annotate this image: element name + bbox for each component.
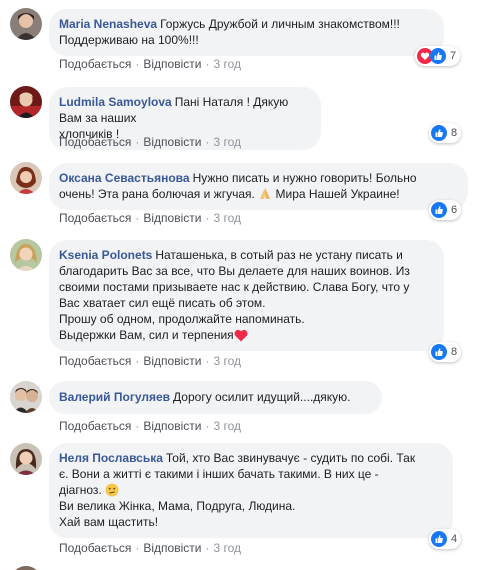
comment-bubble: Оксана Севастьянова Нужно писать и нужно …: [49, 163, 468, 210]
comment-bubble: Maria Nenasheva Горжусь Дружбой и личным …: [49, 9, 444, 56]
comment-text-continued: Мира Нашей Украине!: [272, 187, 400, 201]
reaction-summary[interactable]: 7: [415, 46, 461, 66]
reaction-summary[interactable]: 6: [429, 200, 462, 220]
comment-actions: Подобається · Відповісти · 3 год: [59, 57, 241, 71]
separator-dot: ·: [205, 57, 210, 71]
comment-timestamp[interactable]: 3 год: [213, 57, 241, 71]
comment-text: Дорогу осилит идущий....дякую.: [173, 390, 351, 404]
reaction-summary[interactable]: 8: [429, 123, 462, 143]
reply-button[interactable]: Відповісти: [143, 541, 201, 555]
separator-dot: ·: [135, 211, 140, 225]
reaction-count: 7: [450, 50, 457, 62]
separator-dot: ·: [205, 541, 210, 555]
reaction-count: 8: [451, 127, 458, 139]
like-icon: [431, 202, 447, 218]
comment-author[interactable]: Maria Nenasheva: [59, 17, 157, 31]
confused-face-icon: [105, 483, 119, 497]
like-button[interactable]: Подобається: [59, 354, 131, 368]
comment-actions: Подобається · Відповісти · 3 год: [59, 419, 241, 433]
reaction-count: 6: [451, 204, 458, 216]
comment-timestamp[interactable]: 3 год: [213, 135, 241, 149]
like-button[interactable]: Подобається: [59, 135, 131, 149]
avatar[interactable]: [10, 162, 42, 194]
reaction-summary[interactable]: 8: [429, 342, 462, 362]
comment-actions: Подобається · Відповісти · 3 год: [59, 541, 241, 555]
comment-text-continued: Ви велика Жінка, Мама, Подруга, Людина. …: [59, 499, 296, 529]
like-icon: [430, 48, 446, 64]
avatar[interactable]: [10, 381, 42, 413]
comment-timestamp[interactable]: 3 год: [213, 541, 241, 555]
comment-author[interactable]: Неля Пославська: [59, 451, 163, 465]
comment-bubble: Ksenia Polonets Наташенька, в сотый раз н…: [49, 240, 444, 351]
comment-timestamp[interactable]: 3 год: [213, 419, 241, 433]
like-button[interactable]: Подобається: [59, 211, 131, 225]
separator-dot: ·: [135, 135, 140, 149]
separator-dot: ·: [205, 419, 210, 433]
heart-icon: [234, 329, 248, 342]
comment-timestamp[interactable]: 3 год: [213, 211, 241, 225]
separator-dot: ·: [135, 541, 140, 555]
comment-author[interactable]: Оксана Севастьянова: [59, 171, 190, 185]
like-button[interactable]: Подобається: [59, 541, 131, 555]
comment-bubble: Валерий Погуляев Дорогу осилит идущий....…: [49, 381, 382, 414]
reply-button[interactable]: Відповісти: [143, 419, 201, 433]
separator-dot: ·: [135, 354, 140, 368]
comment-author[interactable]: Валерий Погуляев: [59, 390, 170, 404]
comment-actions: Подобається · Відповісти · 3 год: [59, 211, 241, 225]
separator-dot: ·: [205, 211, 210, 225]
avatar[interactable]: [10, 8, 42, 40]
reaction-count: 4: [451, 533, 458, 545]
comment-bubble: Неля Пославська Той, хто Вас звинувачує -…: [49, 443, 453, 538]
reaction-count: 8: [451, 346, 458, 358]
reply-button[interactable]: Відповісти: [143, 135, 201, 149]
comment-text: Наташенька, в сотый раз не устану писать…: [59, 248, 410, 342]
like-icon: [431, 125, 447, 141]
avatar[interactable]: [10, 443, 42, 475]
separator-dot: ·: [135, 419, 140, 433]
reply-button[interactable]: Відповісти: [143, 354, 201, 368]
comment-actions: Подобається · Відповісти · 3 год: [59, 135, 241, 149]
reaction-summary[interactable]: 4: [429, 529, 462, 549]
praying-hands-icon: [260, 188, 271, 199]
separator-dot: ·: [205, 354, 210, 368]
avatar[interactable]: [10, 566, 42, 570]
like-icon: [431, 531, 447, 547]
separator-dot: ·: [135, 57, 140, 71]
avatar[interactable]: [10, 86, 42, 118]
like-button[interactable]: Подобається: [59, 419, 131, 433]
reply-button[interactable]: Відповісти: [143, 57, 201, 71]
avatar[interactable]: [10, 239, 42, 271]
comment-author[interactable]: Ksenia Polonets: [59, 248, 152, 262]
comment-timestamp[interactable]: 3 год: [213, 354, 241, 368]
like-icon: [431, 344, 447, 360]
comment-actions: Подобається · Відповісти · 3 год: [59, 354, 241, 368]
separator-dot: ·: [205, 135, 210, 149]
like-button[interactable]: Подобається: [59, 57, 131, 71]
reply-button[interactable]: Відповісти: [143, 211, 201, 225]
comment-author[interactable]: Ludmila Samoylova: [59, 95, 172, 109]
